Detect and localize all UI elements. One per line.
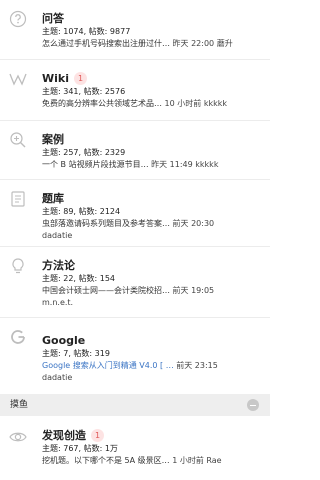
latest-post-time: 1 小时前 [172,456,204,465]
forum-item-methodology[interactable]: 方法论 主题: 22, 帖数: 154 中国会计硕士网——会计类院校招… 前天 … [0,247,270,317]
latest-post[interactable]: 中国会计硕士网——会计类院校招… 前天 19:05 [42,285,266,297]
latest-post-time: 前天 20:30 [172,219,215,228]
latest-post-title[interactable]: 免费的高分辨率公共领域艺术品… [42,98,162,110]
forum-item-cases[interactable]: 案例 主题: 257, 帖数: 2329 一个 B 站视频片段找源节目… 昨天 … [0,121,270,179]
latest-post-user[interactable]: kkkkk [204,99,227,108]
forum-item-discover-create[interactable]: 发现创造 1 主题: 767, 帖数: 1万 挖机题。以下哪个不是 5A 级景区…… [0,416,270,480]
section-title: 摸鱼 [10,400,29,410]
latest-post-user[interactable]: kkkkk [195,160,218,169]
forum-title[interactable]: Google [42,334,85,347]
forum-stats: 主题: 89, 帖数: 2124 [42,207,121,216]
forum-stats: 主题: 767, 帖数: 1万 [42,444,118,453]
latest-post[interactable]: 一个 B 站视频片段找源节目… 昨天 11:49 kkkkk [42,159,266,171]
latest-post-time: 前天 19:05 [172,286,215,295]
latest-post-title[interactable]: 中国会计硕士网——会计类院校招… [42,285,170,297]
document-list-icon [9,190,27,208]
latest-post[interactable]: 免费的高分辨率公共领域艺术品… 10 小时前 kkkkk [42,98,266,110]
forum-title[interactable]: 问答 [42,12,64,25]
latest-post[interactable]: 虫部落邀请码系列题目及参考答案… 前天 20:30 [42,218,266,230]
eye-icon [9,428,27,446]
latest-post-time: 昨天 11:49 [151,160,193,169]
magnifier-icon [9,131,27,149]
latest-post-user[interactable]: dadatie [42,230,266,242]
latest-post-time: 10 小时前 [164,99,202,108]
forum-title[interactable]: Wiki [42,72,69,85]
latest-post-user[interactable]: m.n.e.t. [42,297,266,309]
latest-post-user[interactable]: 蘑升 [217,39,233,48]
forum-item-wiki[interactable]: Wiki 1 主题: 341, 帖数: 2576 免费的高分辨率公共领域艺术品… … [0,60,270,120]
forum-stats: 主题: 257, 帖数: 2329 [42,148,126,157]
latest-post-title[interactable]: Google 搜索从入门到精通 V4.0 [ … [42,360,174,372]
latest-post[interactable]: 挖机题。以下哪个不是 5A 级景区… 1 小时前 Rae [42,455,266,467]
new-post-badge: 1 [74,72,87,85]
latest-post-user[interactable]: dadatie [42,372,266,384]
forum-item-question-bank[interactable]: 题库 主题: 89, 帖数: 2124 虫部落邀请码系列题目及参考答案… 前天 … [0,180,270,246]
forum-stats: 主题: 7, 帖数: 319 [42,349,110,358]
forum-stats: 主题: 22, 帖数: 154 [42,274,116,283]
forum-title[interactable]: 题库 [42,192,64,205]
wikipedia-w-icon [9,70,27,88]
latest-post-user[interactable]: Rae [206,456,221,465]
forum-title[interactable]: 方法论 [42,259,75,272]
latest-post-time: 昨天 22:00 [172,39,215,48]
forum-title[interactable]: 案例 [42,133,64,146]
forum-stats: 主题: 1074, 帖数: 9877 [42,27,131,36]
latest-post-title[interactable]: 一个 B 站视频片段找源节目… [42,159,149,171]
latest-post[interactable]: 怎么通过手机号码搜索出注册过什… 昨天 22:00 蘑升 [42,38,266,50]
section-header[interactable]: 摸鱼 [0,394,270,416]
google-g-icon [9,328,27,346]
forum-item-google[interactable]: Google 主题: 7, 帖数: 319 Google 搜索从入门到精通 V4… [0,318,270,394]
lightbulb-icon [9,257,27,275]
collapse-icon[interactable] [247,399,259,411]
latest-post[interactable]: Google 搜索从入门到精通 V4.0 [ … 前天 23:15 [42,360,266,372]
forum-title[interactable]: 发现创造 [42,429,86,442]
question-circle-icon [9,10,27,28]
forum-stats: 主题: 341, 帖数: 2576 [42,87,126,96]
latest-post-title[interactable]: 怎么通过手机号码搜索出注册过什… [42,38,170,50]
forum-item-qa[interactable]: 问答 主题: 1074, 帖数: 9877 怎么通过手机号码搜索出注册过什… 昨… [0,0,270,59]
new-post-badge: 1 [91,429,104,442]
latest-post-title[interactable]: 挖机题。以下哪个不是 5A 级景区… [42,455,170,467]
latest-post-title[interactable]: 虫部落邀请码系列题目及参考答案… [42,218,170,230]
latest-post-time: 前天 23:15 [176,361,218,370]
